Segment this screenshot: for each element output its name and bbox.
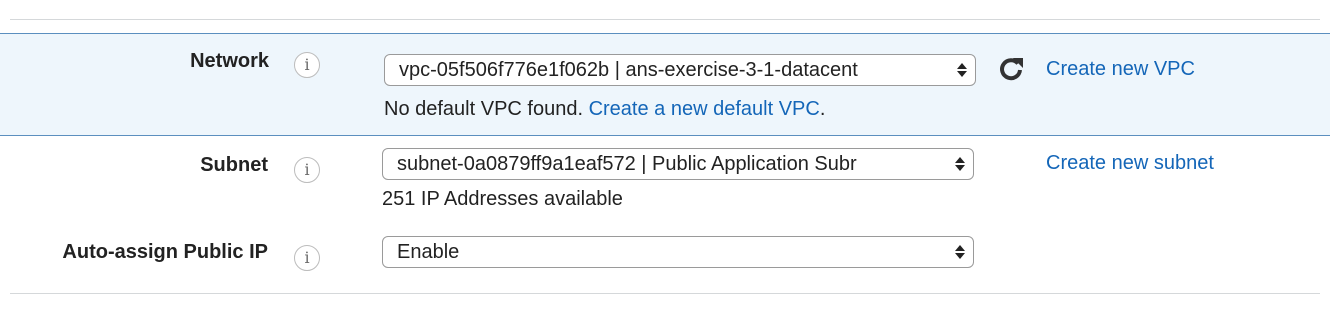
create-new-subnet-link[interactable]: Create new subnet <box>1046 152 1214 175</box>
subnet-available-ips-text: 251 IP Addresses available <box>382 188 623 210</box>
network-label: Network <box>190 50 269 72</box>
subnet-info-icon[interactable]: i <box>294 157 320 183</box>
network-info-icon[interactable]: i <box>294 52 320 78</box>
divider-top <box>10 19 1320 20</box>
no-default-vpc-text: No default VPC found. <box>384 98 584 120</box>
auto-assign-public-ip-select[interactable]: Enable <box>382 236 974 268</box>
select-arrows-icon <box>953 149 967 179</box>
select-arrows-icon <box>953 237 967 267</box>
subnet-select-value: subnet-0a0879ff9a1eaf572 | Public Applic… <box>397 153 857 175</box>
instance-network-settings: Network i vpc-05f506f776e1f062b | ans-ex… <box>0 0 1330 313</box>
select-arrows-icon <box>955 55 969 85</box>
auto-assign-select-value: Enable <box>397 241 460 263</box>
auto-assign-public-ip-label: Auto-assign Public IP <box>62 241 268 263</box>
subnet-select[interactable]: subnet-0a0879ff9a1eaf572 | Public Applic… <box>382 148 974 180</box>
create-new-vpc-link[interactable]: Create new VPC <box>1046 58 1195 81</box>
create-default-vpc-link[interactable]: Create a new default VPC <box>589 98 820 120</box>
subnet-label: Subnet <box>200 154 268 176</box>
refresh-icon[interactable] <box>996 54 1026 84</box>
helper-suffix: . <box>819 98 826 120</box>
network-select-value: vpc-05f506f776e1f062b | ans-exercise-3-1… <box>399 59 858 81</box>
network-helper-text: No default VPC found. Create a new defau… <box>384 98 825 121</box>
network-select[interactable]: vpc-05f506f776e1f062b | ans-exercise-3-1… <box>384 54 976 86</box>
auto-assign-info-icon[interactable]: i <box>294 245 320 271</box>
divider-bottom <box>10 293 1320 294</box>
